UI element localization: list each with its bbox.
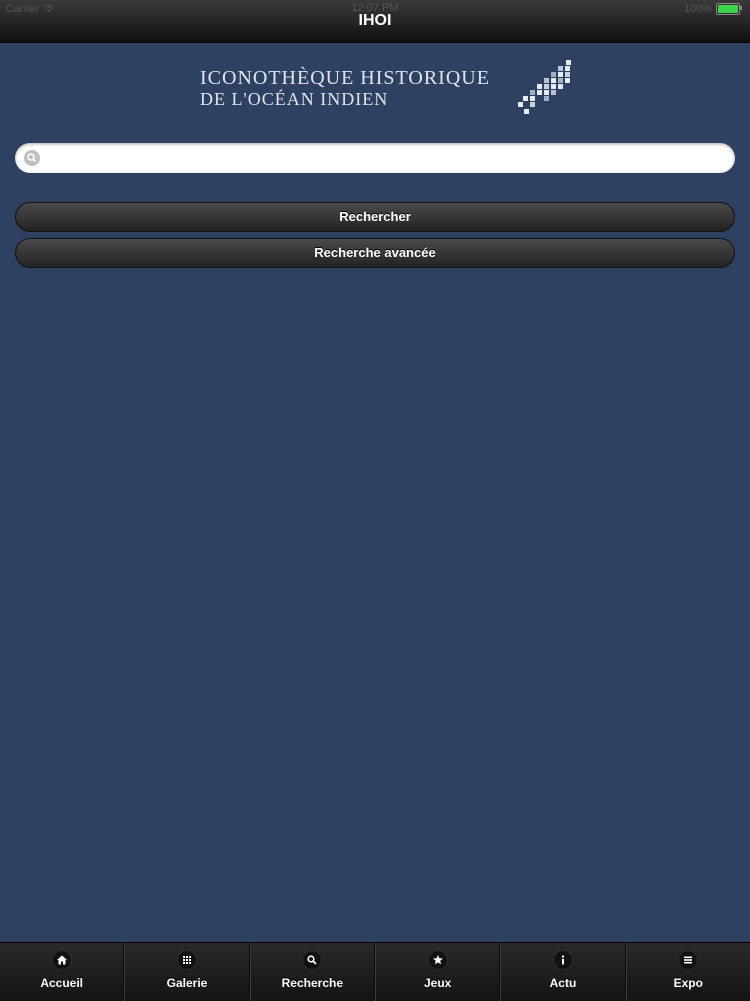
logo-mark-icon — [517, 60, 571, 114]
logo-text: ICONOTHÈQUE HISTORIQUE DE L'OCÉAN INDIEN — [200, 67, 490, 109]
tab-recherche[interactable]: Recherche — [249, 943, 375, 1001]
tab-label: Recherche — [281, 976, 343, 990]
tab-jeux[interactable]: Jeux — [374, 943, 501, 1001]
search-icon — [303, 951, 322, 969]
menu-icon — [679, 951, 698, 969]
tab-galerie[interactable]: Galerie — [124, 943, 250, 1001]
logo-line-2: DE L'OCÉAN INDIEN — [200, 89, 389, 109]
info-icon — [553, 951, 572, 969]
grid-icon — [177, 951, 196, 969]
page-title: IHOI — [358, 12, 392, 29]
home-icon — [52, 951, 71, 969]
tab-label: Expo — [673, 976, 703, 990]
header-bar: Carrier 12:07 PM 100% IHOI — [0, 0, 750, 43]
tab-actu[interactable]: Actu — [500, 943, 626, 1001]
advanced-search-button[interactable]: Recherche avancée — [15, 238, 735, 268]
app-logo: ICONOTHÈQUE HISTORIQUE DE L'OCÉAN INDIEN — [200, 58, 574, 118]
tab-label: Actu — [549, 976, 577, 990]
tab-label: Galerie — [166, 976, 208, 990]
tab-label: Jeux — [423, 976, 452, 990]
search-button[interactable]: Rechercher — [15, 202, 735, 232]
search-input[interactable] — [47, 143, 731, 175]
search-icon — [24, 150, 40, 166]
tab-accueil[interactable]: Accueil — [0, 943, 125, 1001]
star-icon — [428, 951, 447, 969]
search-field[interactable] — [15, 143, 735, 175]
tab-bar: Accueil Galerie Recherche Jeux Actu Expo — [0, 942, 750, 1001]
tab-expo[interactable]: Expo — [625, 943, 750, 1001]
tab-label: Accueil — [40, 976, 83, 990]
logo-line-1: ICONOTHÈQUE HISTORIQUE — [200, 67, 490, 89]
